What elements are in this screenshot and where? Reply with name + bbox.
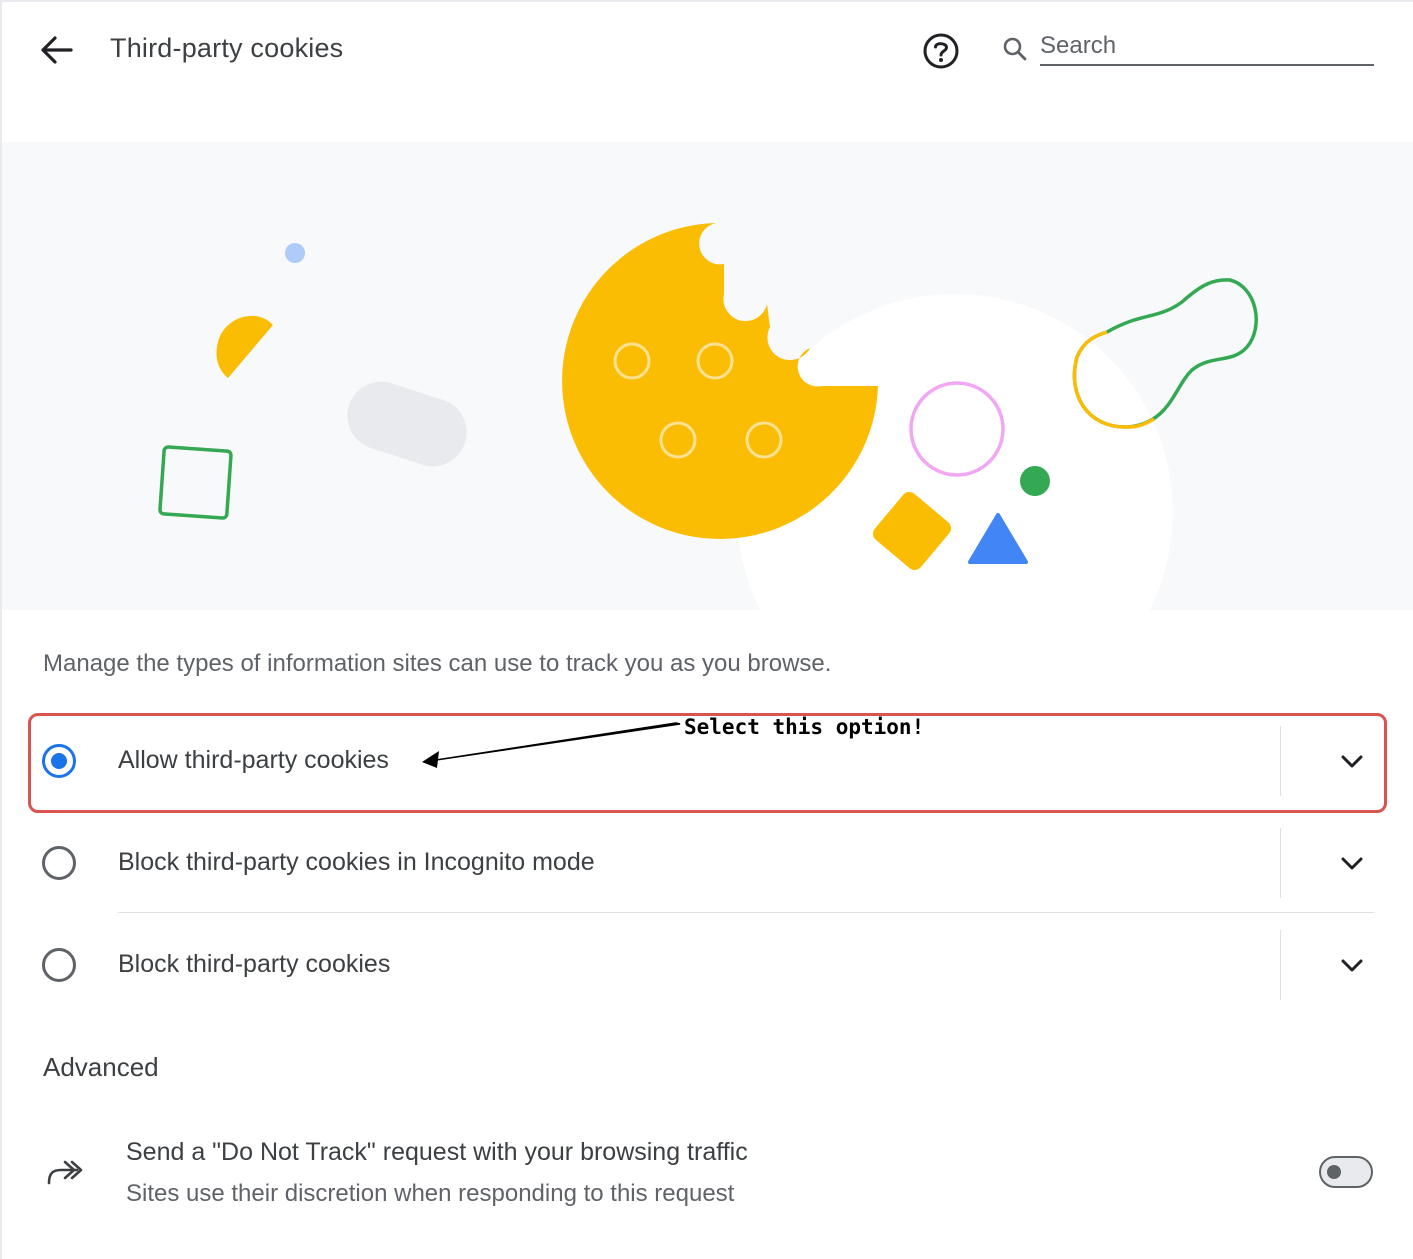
- do-not-track-title: Send a "Do Not Track" request with your …: [126, 1138, 748, 1166]
- search-input[interactable]: [1040, 28, 1374, 66]
- radio-button-selected[interactable]: [42, 744, 76, 778]
- cookie-illustration: [2, 142, 1413, 610]
- expand-button[interactable]: [1330, 844, 1374, 884]
- row-divider: [1280, 930, 1281, 1000]
- annotation-callout-text: Select this option!: [684, 715, 925, 739]
- do-not-track-row[interactable]: Send a "Do Not Track" request with your …: [30, 1120, 1386, 1224]
- chevron-down-icon: [1341, 755, 1363, 768]
- redirect-arrow-icon: [44, 1154, 84, 1190]
- description-text: Manage the types of information sites ca…: [43, 650, 832, 677]
- back-button[interactable]: [32, 28, 80, 72]
- row-divider: [1280, 828, 1281, 898]
- toggle-knob: [1327, 1165, 1341, 1179]
- do-not-track-subtitle: Sites use their discretion when respondi…: [126, 1180, 735, 1207]
- advanced-heading: Advanced: [43, 1052, 159, 1082]
- option-label: Block third-party cookies: [118, 950, 391, 978]
- grey-pill-shape: [347, 381, 467, 467]
- yellow-half-moon-shape: [216, 315, 273, 378]
- green-square-shape: [158, 445, 233, 520]
- option-separator: [118, 912, 1374, 913]
- option-block-third-party-cookies[interactable]: Block third-party cookies: [30, 916, 1386, 1014]
- chevron-down-icon: [1341, 959, 1363, 972]
- chevron-down-icon: [1341, 857, 1363, 870]
- blue-dot-shape: [285, 243, 305, 263]
- option-label: Allow third-party cookies: [118, 746, 389, 774]
- option-label: Block third-party cookies in Incognito m…: [118, 848, 595, 876]
- help-circle-icon: [923, 33, 959, 69]
- radio-button[interactable]: [42, 948, 76, 982]
- option-block-incognito[interactable]: Block third-party cookies in Incognito m…: [30, 814, 1386, 912]
- page-title: Third-party cookies: [110, 33, 344, 63]
- do-not-track-toggle[interactable]: [1319, 1156, 1373, 1188]
- green-dot-shape: [1020, 466, 1050, 496]
- expand-button[interactable]: [1330, 742, 1374, 782]
- arrow-left-icon: [41, 36, 73, 64]
- help-button[interactable]: [918, 28, 964, 74]
- expand-button[interactable]: [1330, 946, 1374, 986]
- radio-button[interactable]: [42, 846, 76, 880]
- row-divider: [1280, 726, 1281, 796]
- search-icon: [1000, 34, 1030, 64]
